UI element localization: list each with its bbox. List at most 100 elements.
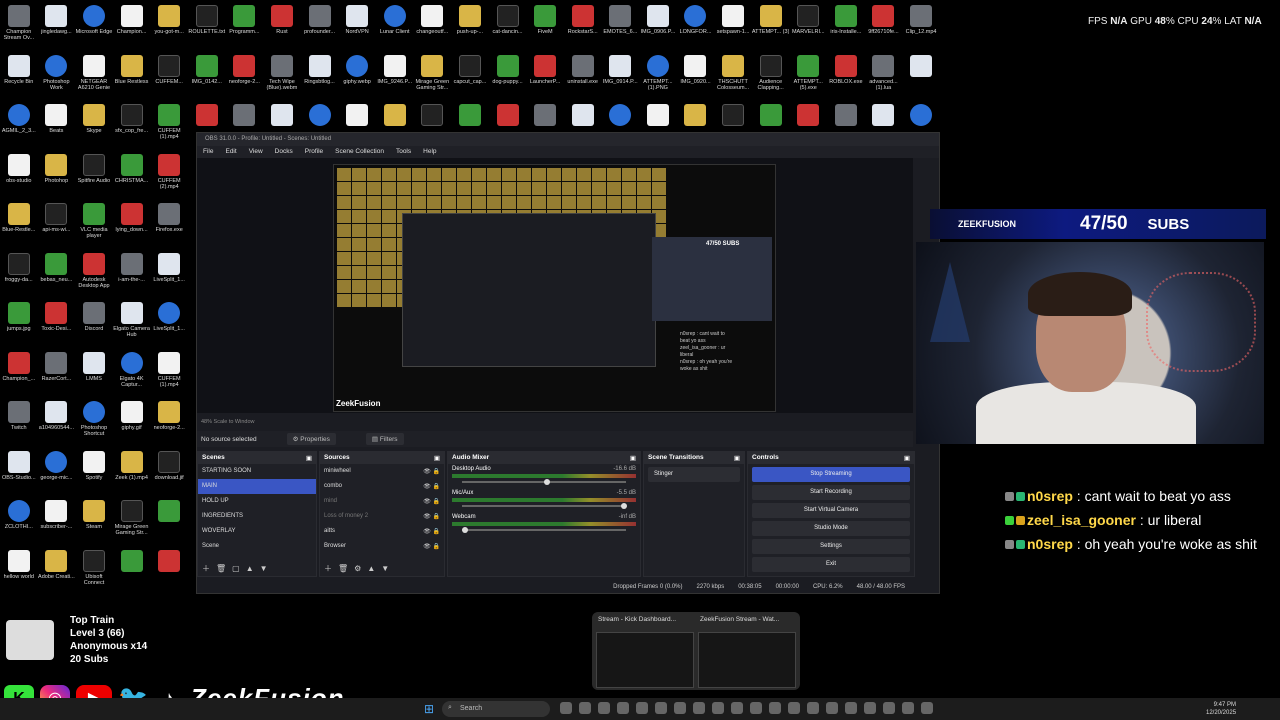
desktop-icon[interactable]: Discord xyxy=(75,299,113,349)
desktop-icon[interactable]: Beats xyxy=(38,101,76,151)
visibility-lock-icon[interactable]: 👁 🔒 xyxy=(423,483,440,490)
desktop-icon[interactable] xyxy=(150,497,188,547)
app-icon[interactable] xyxy=(655,702,667,714)
menu-item[interactable]: File xyxy=(203,148,213,156)
desktop-icon[interactable]: giphy.webp xyxy=(338,52,376,102)
desktop-icon[interactable]: ROULETTE.txt xyxy=(188,2,226,52)
undock-icon[interactable]: ▣ xyxy=(434,454,440,462)
app-icon[interactable] xyxy=(921,702,933,714)
desktop-icon[interactable]: CHRISTMA... xyxy=(113,151,151,201)
thumb-preview[interactable]: Stream - Kick Dashboard... xyxy=(596,616,694,688)
desktop-icon[interactable]: profounder... xyxy=(301,2,339,52)
desktop-icon[interactable]: Champion_... xyxy=(0,349,38,399)
desktop-icon[interactable]: sfx_cop_fre... xyxy=(113,101,151,151)
desktop-icon[interactable] xyxy=(902,52,940,102)
desktop-icon[interactable]: i-am-the-... xyxy=(113,250,151,300)
scenes-toolbar[interactable]: ＋🗑▢▲▼ xyxy=(202,563,274,574)
desktop-icon[interactable]: Champion Stream Ov... xyxy=(0,2,38,52)
desktop-icon[interactable]: Programm... xyxy=(226,2,264,52)
app-icon[interactable] xyxy=(712,702,724,714)
control-button[interactable]: Studio Mode xyxy=(752,521,910,536)
start-button[interactable]: ⊞ xyxy=(424,703,436,715)
desktop-icon[interactable]: froggy-da... xyxy=(0,250,38,300)
desktop-icon[interactable]: RazerCort... xyxy=(38,349,76,399)
slider-handle[interactable] xyxy=(544,479,550,485)
desktop-icon[interactable]: NordVPN xyxy=(338,2,376,52)
desktop-icon[interactable]: LiveSplit_1... xyxy=(150,299,188,349)
menu-item[interactable]: Help xyxy=(423,148,436,156)
scene-item[interactable]: INGREDIENTS xyxy=(198,509,316,524)
transition-select[interactable]: Stinger xyxy=(648,467,740,482)
desktop-icon[interactable]: MARVELRI... xyxy=(789,2,827,52)
desktop-icon[interactable]: dog-puppy... xyxy=(489,52,527,102)
slider-handle[interactable] xyxy=(462,527,468,533)
desktop-icon[interactable]: download.jif xyxy=(150,448,188,498)
desktop-icon[interactable]: THSCHUTT Colosseum... xyxy=(714,52,752,102)
undock-icon[interactable]: ▣ xyxy=(630,454,636,462)
filters-button[interactable]: ▤ Filters xyxy=(365,433,404,445)
desktop-icon[interactable]: CUFFEM (1).mp4 xyxy=(150,349,188,399)
desktop-icon[interactable]: LiveSplit_1... xyxy=(150,250,188,300)
control-button[interactable]: Start Recording xyxy=(752,485,910,500)
sources-toolbar[interactable]: ＋🗑⚙▲▼ xyxy=(324,563,395,574)
undock-icon[interactable]: ▣ xyxy=(904,454,910,462)
menu-item[interactable]: Edit xyxy=(225,148,236,156)
thumb-preview[interactable]: ZeekFusion Stream - Wat... xyxy=(698,616,796,688)
desktop-icon[interactable]: Elgato Camera Hub xyxy=(113,299,151,349)
desktop-icon[interactable]: FiveM xyxy=(526,2,564,52)
source-item[interactable]: combo 👁 🔒 xyxy=(320,479,444,494)
desktop-icon[interactable]: IMG_0906.P... xyxy=(639,2,677,52)
desktop-icon[interactable]: CUFFEM (1).mp4 xyxy=(150,101,188,151)
control-button[interactable]: Start Virtual Camera xyxy=(752,503,910,518)
desktop-icon[interactable]: ATTEMPT... (5).exe xyxy=(789,52,827,102)
desktop-icon[interactable]: LMMS xyxy=(75,349,113,399)
source-item[interactable]: Loss of money 2 👁 🔒 xyxy=(320,509,444,524)
desktop-icon[interactable]: CUFFEM (2).mp4 xyxy=(150,151,188,201)
desktop-icon[interactable]: ATTEMPT... (3) xyxy=(752,2,790,52)
visibility-lock-icon[interactable]: 👁 🔒 xyxy=(423,468,440,475)
taskbar-search[interactable]: ⌕ Search xyxy=(442,701,550,717)
desktop-icon[interactable]: lying_down... xyxy=(113,200,151,250)
desktop-icon[interactable]: IMG_9246.P... xyxy=(376,52,414,102)
desktop-icon[interactable]: uninstall.exe xyxy=(564,52,602,102)
app-icon[interactable] xyxy=(902,702,914,714)
desktop-icon[interactable]: Adobe Creati... xyxy=(38,547,76,597)
desktop-icon[interactable]: cat-dancin... xyxy=(489,2,527,52)
control-button[interactable]: Settings xyxy=(752,539,910,554)
desktop-icon[interactable]: Champion... xyxy=(113,2,151,52)
desktop-icon[interactable]: LauncherP... xyxy=(526,52,564,102)
desktop-icon[interactable]: setspawn-1... xyxy=(714,2,752,52)
desktop-icon[interactable]: IMG_0914.P... xyxy=(602,52,640,102)
obs-window[interactable]: OBS 31.0.0 - Profile: Untitled - Scenes:… xyxy=(196,132,940,594)
app-icon[interactable] xyxy=(807,702,819,714)
desktop-icon[interactable] xyxy=(113,547,151,597)
app-icon[interactable] xyxy=(636,702,648,714)
menu-item[interactable]: Docks xyxy=(275,148,293,156)
scene-item[interactable]: WOVERLAY xyxy=(198,524,316,539)
app-icon[interactable] xyxy=(598,702,610,714)
desktop-icon[interactable]: bebas_neu... xyxy=(38,250,76,300)
desktop-icon[interactable]: iris-Installe... xyxy=(827,2,865,52)
preview-zoom[interactable]: 48% Scale to Window xyxy=(201,419,255,425)
menu-item[interactable]: Tools xyxy=(396,148,411,156)
desktop-icon[interactable]: ZCLOTHI... xyxy=(0,497,38,547)
source-item[interactable]: Browser 👁 🔒 xyxy=(320,539,444,554)
desktop-icon[interactable]: RockstarS... xyxy=(564,2,602,52)
app-icon[interactable] xyxy=(560,702,572,714)
desktop-icon[interactable]: Steam xyxy=(75,497,113,547)
desktop-icon[interactable]: Recycle Bin xyxy=(0,52,38,102)
desktop-icon[interactable]: giphy.gif xyxy=(113,398,151,448)
desktop-icon[interactable]: Ringsbtlog... xyxy=(301,52,339,102)
desktop-icon[interactable]: EMOTES_6... xyxy=(602,2,640,52)
app-icon[interactable] xyxy=(674,702,686,714)
desktop-icon[interactable]: capcut_cap... xyxy=(451,52,489,102)
desktop-icon[interactable]: Firefox.exe xyxy=(150,200,188,250)
desktop-icon[interactable]: OBS-Studio... xyxy=(0,448,38,498)
desktop-icon[interactable]: Zeek (1).mp4 xyxy=(113,448,151,498)
desktop-icon[interactable]: neoforge-2... xyxy=(226,52,264,102)
desktop-icon[interactable]: IMG_0142... xyxy=(188,52,226,102)
menu-item[interactable]: View xyxy=(249,148,263,156)
desktop-icon[interactable]: ATTEMPT... (1).PNG xyxy=(639,52,677,102)
visibility-lock-icon[interactable]: 👁 🔒 xyxy=(423,543,440,550)
desktop-icon[interactable]: a104960544... xyxy=(38,398,76,448)
